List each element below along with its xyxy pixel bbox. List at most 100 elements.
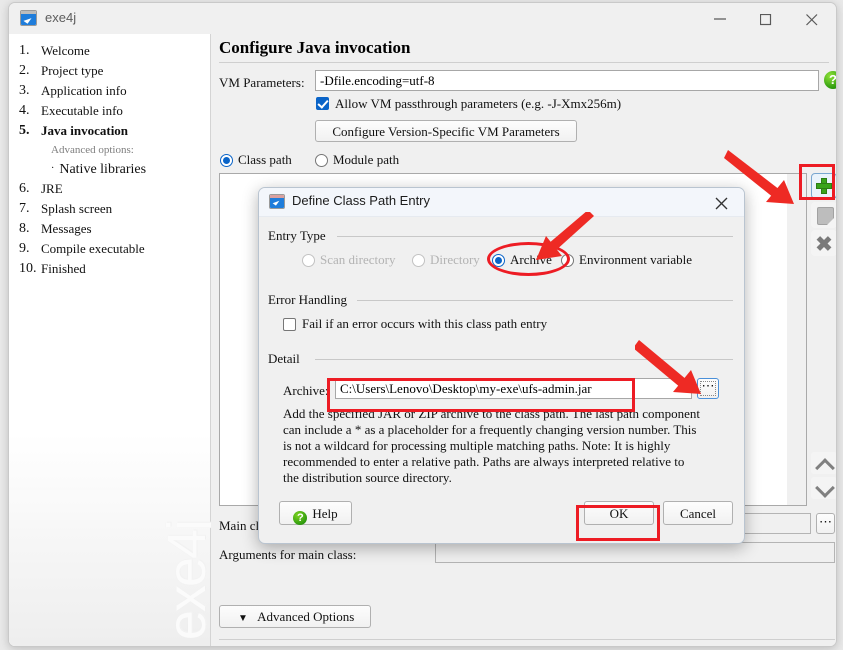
error-handling-group-label: Error Handling [268, 292, 354, 308]
module-path-radio[interactable] [315, 154, 328, 167]
wizard-sidebar: exe4j 1. Welcome 2. Project type 3. Appl… [9, 34, 217, 646]
sidebar-item-jre[interactable]: 6. JRE [9, 179, 210, 199]
sidebar-item-finished[interactable]: 10. Finished [9, 259, 210, 279]
arguments-label: Arguments for main class: [219, 547, 357, 562]
scan-directory-label: Scan directory [320, 252, 396, 267]
dialog-titlebar: Define Class Path Entry [259, 188, 744, 217]
directory-radio[interactable] [412, 254, 425, 267]
dialog-help-button[interactable]: ? Help [279, 501, 352, 525]
step-number: 6. [19, 181, 30, 196]
screen: exe4j exe4j 1. Welcome 2. Project type 3… [0, 0, 843, 650]
archive-label: Archive [510, 252, 552, 267]
environment-variable-label: Environment variable [579, 252, 692, 267]
dialog-title: Define Class Path Entry [292, 193, 431, 208]
step-number: 3. [19, 83, 30, 98]
remove-class-path-entry-button[interactable] [811, 230, 836, 256]
archive-radio[interactable] [492, 254, 505, 267]
sidebar-step-list: 1. Welcome 2. Project type 3. Applicatio… [9, 41, 210, 279]
class-path-radio[interactable] [220, 154, 233, 167]
entry-type-group-label: Entry Type [268, 228, 332, 244]
step-label: Application info [41, 83, 127, 98]
window-titlebar: exe4j [9, 3, 836, 35]
exe4j-app-icon [20, 10, 37, 26]
dialog-ok-button[interactable]: OK [584, 501, 654, 525]
sidebar-item-messages[interactable]: 8. Messages [9, 219, 210, 239]
step-label: Java invocation [41, 123, 129, 138]
step-label: Executable info [41, 103, 123, 118]
sub-item-label: Native libraries [59, 162, 147, 177]
arguments-input[interactable] [435, 542, 835, 563]
close-button[interactable] [790, 3, 836, 34]
dialog-help-label: Help [312, 506, 338, 521]
detail-group-label: Detail [268, 351, 306, 367]
window-title: exe4j [45, 10, 77, 25]
error-handling-group-rule [357, 300, 733, 301]
vm-parameters-label: VM Parameters: [219, 75, 305, 90]
allow-passthrough-checkbox[interactable] [316, 97, 329, 110]
add-plus-icon [816, 178, 832, 194]
step-label: Messages [41, 221, 92, 236]
sidebar-item-splash-screen[interactable]: 7. Splash screen [9, 199, 210, 219]
fail-on-error-label: Fail if an error occurs with this class … [302, 316, 548, 331]
vm-parameters-input[interactable]: -Dfile.encoding=utf-8 [315, 70, 819, 91]
sidebar-item-welcome[interactable]: 1. Welcome [9, 41, 210, 61]
minimize-button[interactable] [698, 3, 744, 34]
add-class-path-entry-button[interactable] [811, 173, 836, 199]
entry-type-group-rule [337, 236, 733, 237]
scan-directory-radio[interactable] [302, 254, 315, 267]
configure-version-specific-vm-parameters-button[interactable]: Configure Version-Specific VM Parameters [315, 120, 577, 142]
advanced-options-button[interactable]: ▼ Advanced Options [219, 605, 371, 628]
define-class-path-entry-dialog: Define Class Path Entry Entry Type Scan … [258, 187, 745, 544]
caret-down-icon: ▼ [238, 613, 248, 624]
step-number: 7. [19, 201, 30, 216]
sidebar-item-executable-info[interactable]: 4. Executable info [9, 101, 210, 121]
sidebar-item-application-info[interactable]: 3. Application info [9, 81, 210, 101]
footer-divider [219, 639, 835, 640]
step-label: Compile executable [41, 241, 145, 256]
step-number: 4. [19, 103, 30, 118]
module-path-radio-label: Module path [333, 152, 400, 167]
step-label: JRE [41, 181, 63, 196]
edit-note-icon [817, 207, 834, 225]
move-down-button[interactable] [811, 477, 836, 499]
directory-label: Directory [430, 252, 480, 267]
sidebar-item-java-invocation[interactable]: 5. Java invocation [9, 121, 210, 141]
exe4j-app-icon [269, 194, 285, 209]
archive-description-text: Add the specified JAR or ZIP archive to … [283, 406, 700, 485]
help-question-icon: ? [293, 511, 308, 525]
main-class-browse-button[interactable]: ⋯ [816, 513, 835, 534]
sidebar-advanced-options-header: Advanced options: [51, 144, 134, 156]
allow-passthrough-label: Allow VM passthrough parameters (e.g. -J… [335, 96, 622, 111]
step-number: 9. [19, 241, 30, 256]
advanced-options-label: Advanced Options [257, 609, 355, 624]
title-divider [219, 62, 829, 63]
dialog-close-button[interactable] [700, 188, 744, 216]
help-question-icon[interactable]: ? [824, 71, 836, 89]
step-number: 5. [19, 123, 30, 138]
sidebar-item-project-type[interactable]: 2. Project type [9, 61, 210, 81]
dialog-cancel-button[interactable]: Cancel [663, 501, 733, 525]
step-label: Splash screen [41, 201, 113, 216]
exe4j-watermark: exe4j [157, 520, 217, 640]
edit-class-path-entry-button[interactable] [811, 202, 836, 228]
step-number: 8. [19, 221, 30, 236]
archive-browse-button[interactable]: ⋯ [697, 378, 719, 399]
environment-variable-radio[interactable] [561, 254, 574, 267]
step-label: Finished [41, 261, 86, 276]
class-path-list-scrollbar[interactable] [787, 174, 806, 505]
fail-on-error-checkbox[interactable] [283, 318, 296, 331]
step-number: 1. [19, 43, 30, 58]
remove-x-icon [816, 235, 832, 251]
class-path-radio-label: Class path [238, 152, 292, 167]
maximize-button[interactable] [744, 3, 790, 34]
detail-group-rule [315, 359, 733, 360]
sidebar-item-native-libraries[interactable]: · Native libraries [9, 159, 210, 179]
bullet-icon: · [51, 163, 55, 174]
move-up-button[interactable] [811, 452, 836, 474]
sidebar-item-compile-executable[interactable]: 9. Compile executable [9, 239, 210, 259]
archive-path-input[interactable]: C:\Users\Lenovo\Desktop\my-exe\ufs-admin… [335, 378, 692, 399]
step-number: 2. [19, 63, 30, 78]
step-label: Project type [41, 63, 104, 78]
archive-field-label: Archive: [283, 383, 329, 398]
page-title: Configure Java invocation [219, 38, 411, 57]
